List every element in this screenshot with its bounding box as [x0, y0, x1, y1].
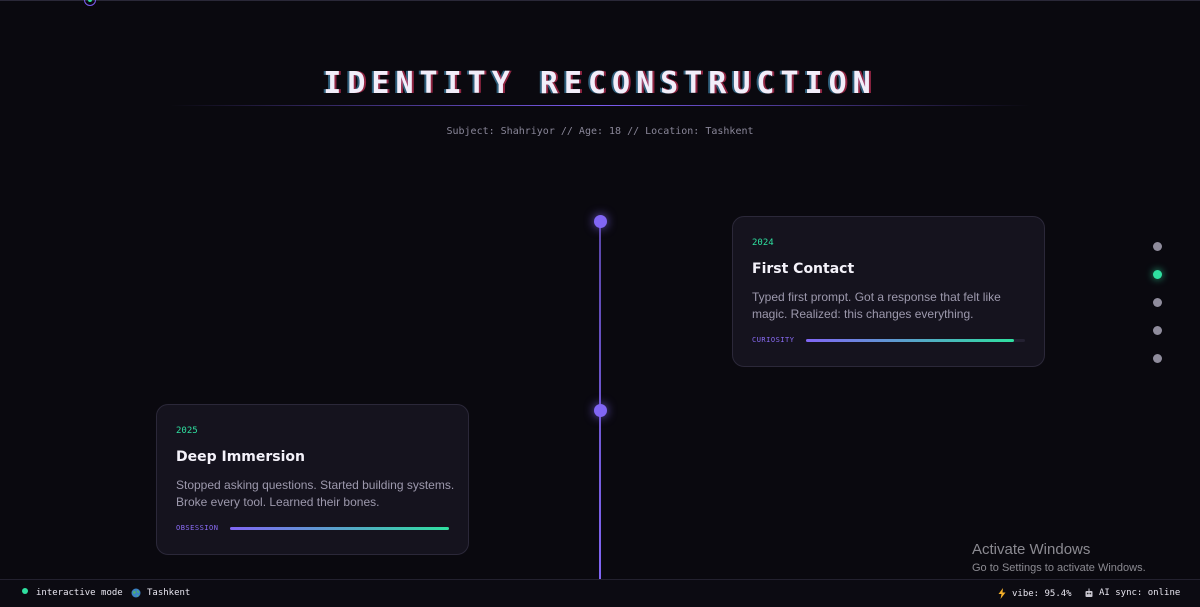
- card-title: Deep Immersion: [176, 449, 306, 465]
- watermark-title: Activate Windows: [972, 541, 1091, 558]
- location-label: Tashkent: [147, 588, 191, 598]
- section-nav-dot[interactable]: [1153, 270, 1162, 279]
- meter-label: OBSESSION: [176, 524, 219, 532]
- skill-meter: CURIOSITY: [752, 336, 1025, 344]
- card-title: First Contact: [752, 261, 855, 277]
- lightning-icon: [998, 588, 1006, 599]
- globe-icon: [131, 588, 141, 598]
- mode-indicator: interactive mode: [22, 588, 123, 598]
- location-indicator: Tashkent: [131, 588, 190, 598]
- watermark-subtitle: Go to Settings to activate Windows.: [972, 562, 1146, 574]
- timeline-node[interactable]: [594, 215, 607, 228]
- section-nav: [1153, 242, 1163, 382]
- page-title: IDENTITY RECONSTRUCTION: [323, 66, 877, 101]
- card-description: Typed first prompt. Got a response that …: [752, 290, 1001, 321]
- meter-track: [805, 338, 1025, 342]
- title-underline: [170, 105, 1030, 106]
- meter-fill: [229, 526, 449, 530]
- meter-label: CURIOSITY: [752, 336, 795, 344]
- section-nav-dot[interactable]: [1153, 242, 1162, 251]
- cursor-indicator: [84, 0, 96, 6]
- timeline-card[interactable]: 2024 First Contact Typed first prompt. G…: [732, 216, 1045, 367]
- card-description: Stopped asking questions. Started buildi…: [176, 478, 455, 509]
- ai-sync-label: AI sync: online: [1099, 588, 1181, 598]
- meter-track: [229, 526, 449, 530]
- section-nav-dot[interactable]: [1153, 354, 1162, 363]
- vibe-indicator: vibe: 95.4%: [998, 588, 1072, 599]
- status-dot-icon: [22, 588, 28, 594]
- timeline-card[interactable]: 2025 Deep Immersion Stopped asking quest…: [156, 404, 469, 555]
- card-year: 2024: [752, 238, 774, 248]
- ai-sync-indicator: AI sync: online: [1084, 588, 1180, 598]
- status-bar: interactive mode Tashkent vibe: 95.4% AI…: [0, 579, 1200, 607]
- activation-watermark: Activate Windows Go to Settings to activ…: [972, 541, 1146, 574]
- timeline-line: [599, 222, 601, 579]
- timeline-node[interactable]: [594, 404, 607, 417]
- card-year: 2025: [176, 426, 198, 436]
- top-border: [0, 0, 1200, 1]
- subject-info: Subject: Shahriyor // Age: 18 // Locatio…: [446, 126, 754, 137]
- meter-fill: [805, 338, 1015, 342]
- skill-meter: OBSESSION: [176, 524, 449, 532]
- robot-icon: [1085, 588, 1093, 597]
- vibe-label: vibe: 95.4%: [1012, 588, 1072, 599]
- section-nav-dot[interactable]: [1153, 298, 1162, 307]
- mode-label: interactive mode: [36, 588, 123, 598]
- section-nav-dot[interactable]: [1153, 326, 1162, 335]
